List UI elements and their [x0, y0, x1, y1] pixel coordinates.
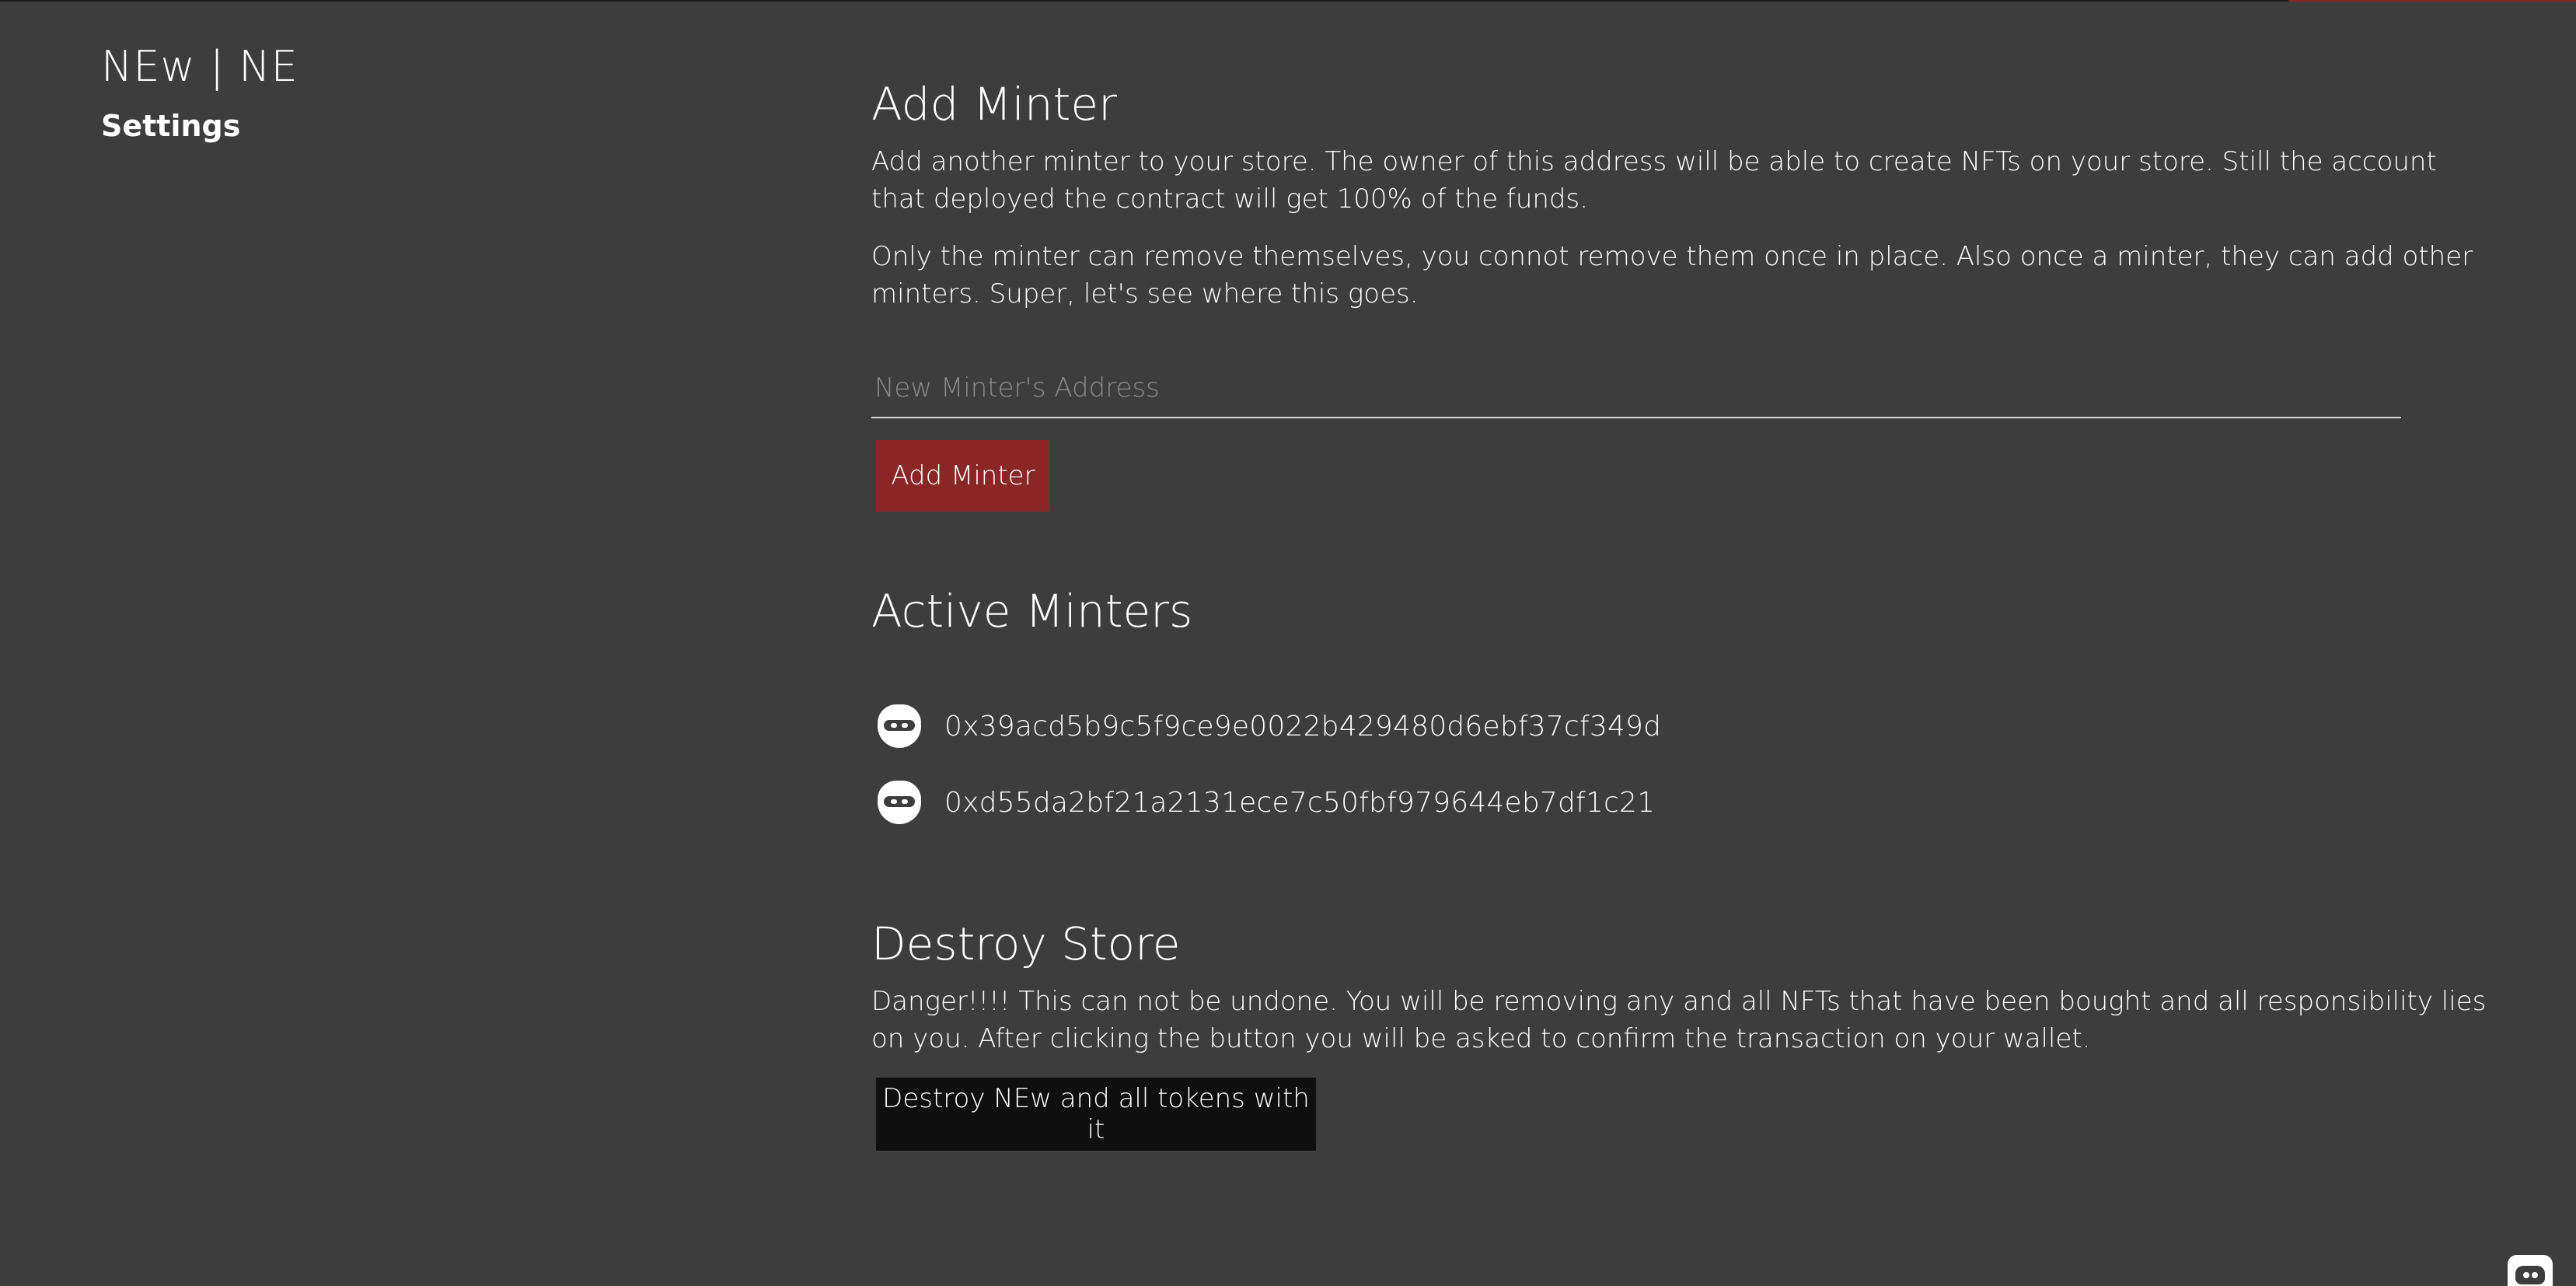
minter-address-input[interactable] — [871, 362, 2407, 414]
minter-address-field — [871, 362, 2407, 418]
user-avatar-icon — [878, 704, 921, 748]
destroy-store-button[interactable]: Destroy NEw and all tokens with it — [876, 1078, 1316, 1151]
minter-address: 0x39acd5b9c5f9ce9e0022b429480d6ebf37cf34… — [944, 710, 1662, 743]
top-rule — [0, 0, 2576, 2]
add-minter-button[interactable]: Add Minter — [876, 440, 1050, 512]
minter-list-item: 0x39acd5b9c5f9ce9e0022b429480d6ebf37cf34… — [878, 703, 1661, 750]
add-minter-heading: Add Minter — [871, 78, 1117, 131]
minter-address: 0xd55da2bf21a2131ece7c50fbf979644eb7df1c… — [944, 786, 1656, 819]
add-minter-description: Add another minter to your store. The ow… — [871, 146, 2437, 215]
add-minter-note: Only the minter can remove themselves, y… — [871, 241, 2473, 309]
destroy-store-heading: Destroy Store — [871, 917, 1181, 970]
minter-list-item: 0xd55da2bf21a2131ece7c50fbf979644eb7df1c… — [878, 779, 1655, 826]
destroy-store-warning: Danger!!!! This can not be undone. You w… — [871, 986, 2487, 1054]
user-avatar-icon — [878, 781, 921, 824]
top-accent-bar — [2288, 0, 2576, 2]
discord-icon[interactable] — [2508, 1255, 2553, 1286]
page-subtitle: Settings — [101, 109, 241, 143]
active-minters-heading: Active Minters — [871, 585, 1193, 638]
brand-title[interactable]: NEw | NE — [101, 42, 298, 91]
